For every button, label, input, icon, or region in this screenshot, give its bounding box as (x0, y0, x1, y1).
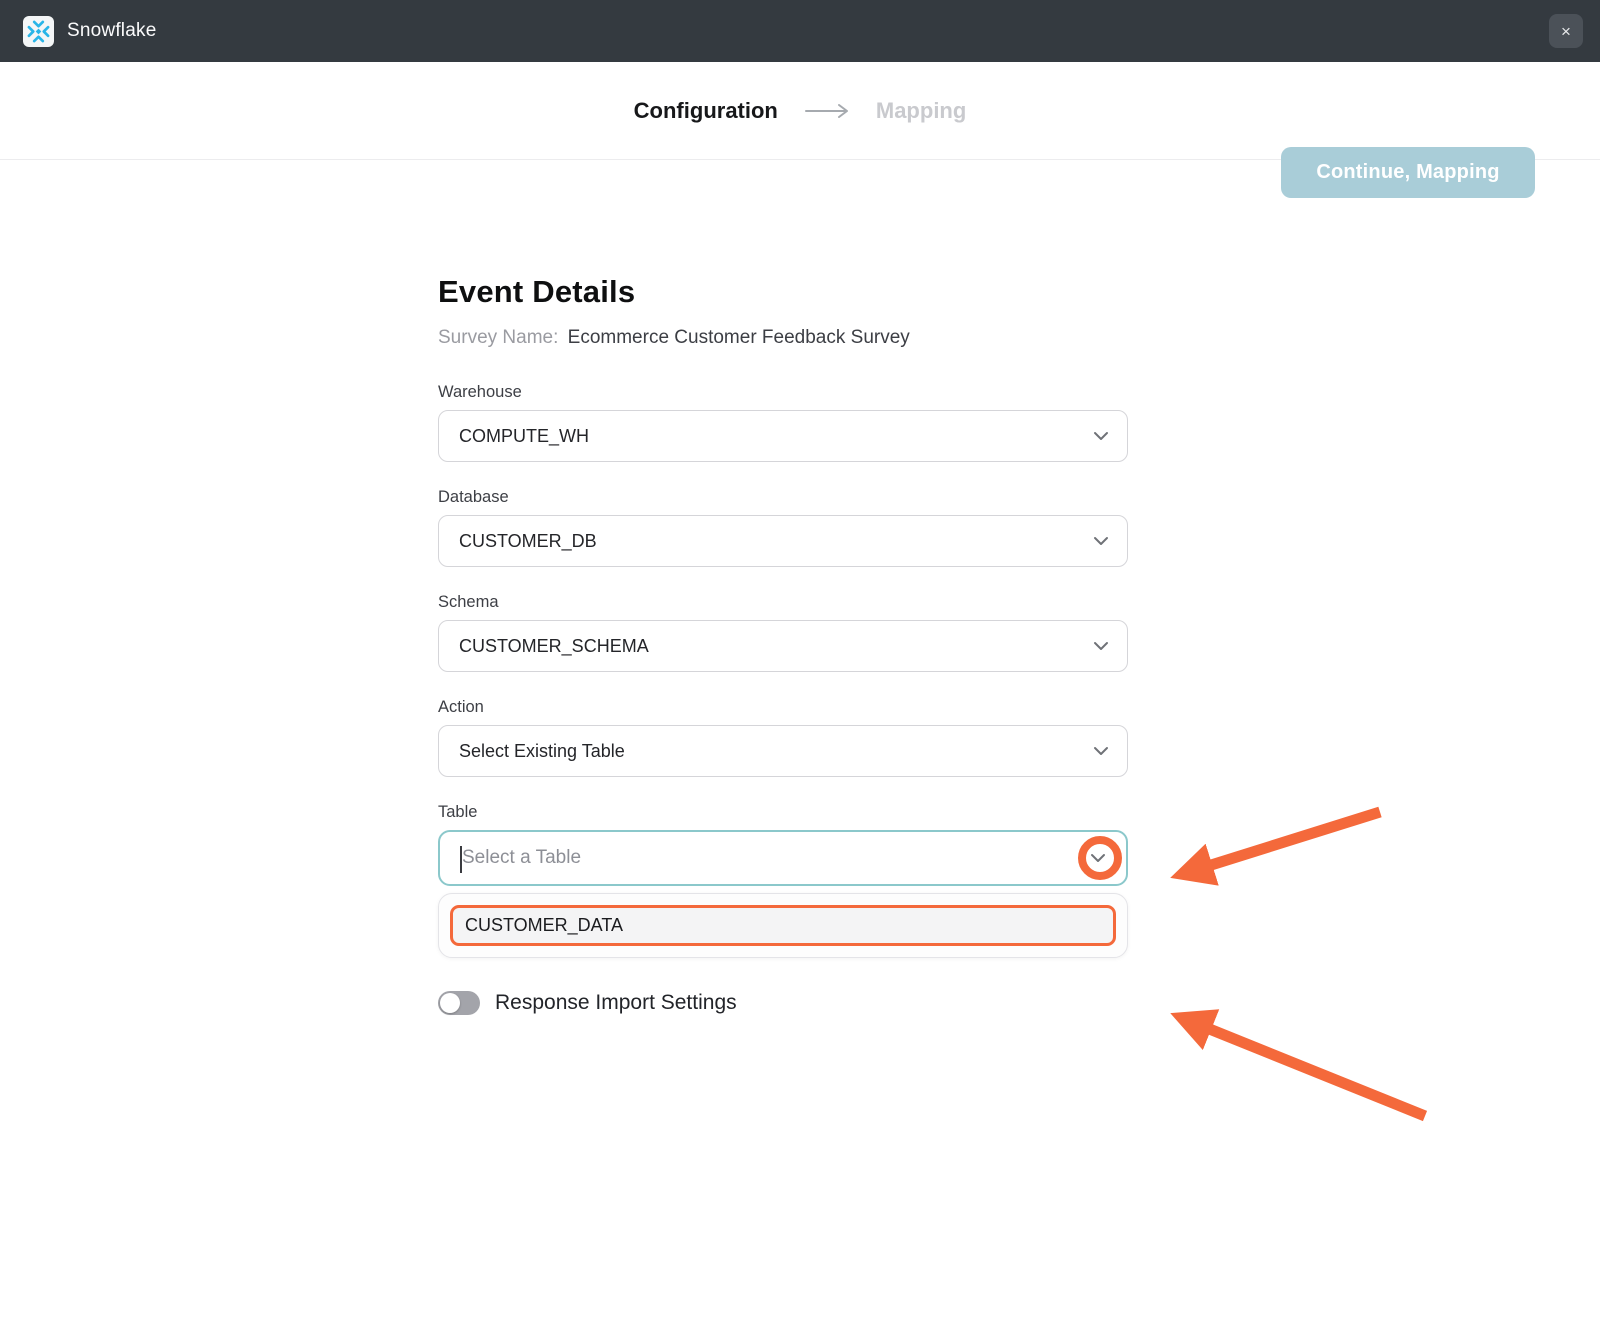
action-label: Action (438, 698, 1128, 717)
app-title: Snowflake (67, 20, 156, 42)
table-label: Table (438, 803, 1128, 822)
snowflake-icon (27, 20, 50, 43)
tab-configuration[interactable]: Configuration (634, 98, 778, 124)
database-select[interactable]: CUSTOMER_DB (438, 515, 1128, 567)
tab-mapping[interactable]: Mapping (876, 98, 966, 124)
snowflake-logo (23, 16, 54, 47)
arrow-right-icon (804, 102, 850, 120)
close-icon: × (1561, 23, 1571, 40)
event-details-panel: Event Details Survey Name: Ecommerce Cus… (438, 160, 1128, 1015)
field-group-schema: Schema CUSTOMER_SCHEMA (438, 593, 1128, 672)
title-bar: Snowflake × (0, 0, 1600, 62)
field-group-warehouse: Warehouse COMPUTE_WH (438, 383, 1128, 462)
arrow-to-dropdown (1207, 1028, 1425, 1116)
step-header: Configuration Mapping Continue, Mapping (0, 62, 1600, 160)
text-cursor (460, 846, 462, 873)
stepper: Configuration Mapping (0, 62, 1600, 160)
table-select[interactable] (438, 830, 1128, 886)
toggle-knob (440, 993, 460, 1013)
close-button[interactable]: × (1549, 14, 1583, 48)
schema-select[interactable]: CUSTOMER_SCHEMA (438, 620, 1128, 672)
response-import-row: Response Import Settings (438, 991, 1128, 1015)
warehouse-label: Warehouse (438, 383, 1128, 402)
warehouse-select[interactable]: COMPUTE_WH (438, 410, 1128, 462)
field-group-table: Table CUSTOMER_DATA (438, 803, 1128, 958)
database-label: Database (438, 488, 1128, 507)
survey-name-value: Ecommerce Customer Feedback Survey (568, 327, 910, 348)
table-dropdown-panel: CUSTOMER_DATA (438, 893, 1128, 958)
survey-name-line: Survey Name: Ecommerce Customer Feedback… (438, 327, 1128, 349)
survey-name-label: Survey Name: (438, 327, 558, 348)
database-value: CUSTOMER_DB (459, 531, 597, 552)
action-select[interactable]: Select Existing Table (438, 725, 1128, 777)
schema-label: Schema (438, 593, 1128, 612)
action-value: Select Existing Table (459, 741, 625, 762)
field-group-database: Database CUSTOMER_DB (438, 488, 1128, 567)
table-input[interactable] (440, 832, 1126, 884)
response-import-toggle[interactable] (438, 991, 480, 1015)
field-group-action: Action Select Existing Table (438, 698, 1128, 777)
table-option-customer-data[interactable]: CUSTOMER_DATA (450, 905, 1116, 946)
warehouse-value: COMPUTE_WH (459, 426, 589, 447)
chevron-down-icon (1093, 641, 1109, 651)
arrow-to-table-chevron (1208, 812, 1380, 866)
chevron-down-icon (1093, 536, 1109, 546)
chevron-down-icon (1093, 431, 1109, 441)
schema-value: CUSTOMER_SCHEMA (459, 636, 649, 657)
page-title: Event Details (438, 274, 1128, 310)
chevron-down-icon (1093, 746, 1109, 756)
response-import-label: Response Import Settings (495, 991, 737, 1015)
continue-mapping-button[interactable]: Continue, Mapping (1281, 147, 1535, 198)
chevron-down-icon[interactable] (1090, 853, 1106, 863)
